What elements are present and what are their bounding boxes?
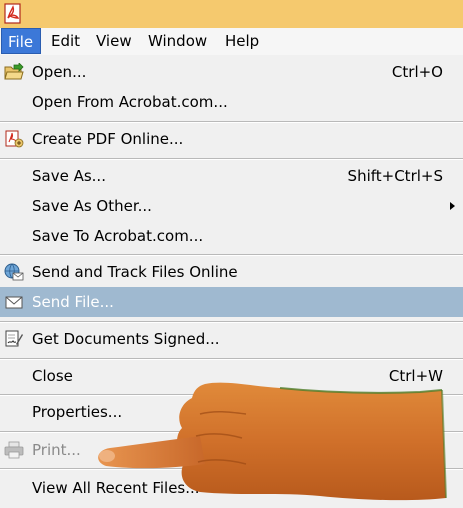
create-pdf-icon	[5, 130, 24, 148]
menu-separator	[0, 468, 463, 470]
menu-item-get-documents-signed[interactable]: Get Documents Signed...	[0, 324, 463, 354]
menu-item-label: View All Recent Files...	[32, 479, 200, 497]
menu-item-close[interactable]: Close Ctrl+W	[0, 361, 463, 391]
menu-item-label: Send and Track Files Online	[32, 263, 238, 281]
menu-separator	[0, 431, 463, 433]
menu-item-label: Send File...	[32, 293, 114, 311]
menu-item-print[interactable]: Print...	[0, 435, 463, 465]
shortcut-label: Shift+Ctrl+S	[347, 167, 443, 185]
menu-edit[interactable]: Edit	[45, 28, 86, 54]
submenu-arrow-icon	[450, 202, 455, 210]
menu-file[interactable]: File	[1, 28, 41, 54]
open-folder-icon	[4, 63, 24, 80]
menu-item-send-and-track[interactable]: Send and Track Files Online	[0, 257, 463, 287]
envelope-icon	[5, 296, 23, 309]
menu-view[interactable]: View	[90, 28, 138, 54]
menu-item-label: Open From Acrobat.com...	[32, 93, 228, 111]
title-bar	[0, 0, 463, 28]
menu-separator	[0, 358, 463, 360]
menu-item-create-pdf-online[interactable]: Create PDF Online...	[0, 124, 463, 154]
menu-item-label: Close	[32, 367, 73, 385]
menu-window[interactable]: Window	[142, 28, 213, 54]
printer-icon	[4, 441, 24, 459]
menu-item-properties[interactable]: Properties...	[0, 397, 463, 427]
menu-separator	[0, 321, 463, 323]
shortcut-label: Ctrl+O	[391, 63, 443, 81]
menu-separator	[0, 394, 463, 396]
menu-separator	[0, 121, 463, 123]
menu-item-label: Save As Other...	[32, 197, 152, 215]
globe-mail-icon	[4, 263, 24, 281]
menu-item-label: Open...	[32, 63, 87, 81]
file-menu-dropdown: Open... Ctrl+O Open From Acrobat.com... …	[0, 55, 463, 508]
menu-item-open[interactable]: Open... Ctrl+O	[0, 57, 463, 87]
menu-item-label: Create PDF Online...	[32, 130, 184, 148]
menu-item-label: Get Documents Signed...	[32, 330, 220, 348]
menu-item-save-as-other[interactable]: Save As Other...	[0, 191, 463, 221]
menu-item-label: Print...	[32, 441, 81, 459]
menu-item-save-as[interactable]: Save As... Shift+Ctrl+S	[0, 161, 463, 191]
menu-item-label: Save To Acrobat.com...	[32, 227, 204, 245]
menu-bar: File Edit View Window Help	[0, 28, 463, 56]
menu-item-save-to-acrobat[interactable]: Save To Acrobat.com...	[0, 221, 463, 251]
menu-separator	[0, 254, 463, 256]
shortcut-label: Ctrl+W	[388, 367, 443, 385]
acrobat-app-icon[interactable]	[2, 3, 24, 25]
menu-separator	[0, 158, 463, 160]
menu-item-send-file[interactable]: Send File...	[0, 287, 463, 317]
acrobat-reader-window: File Edit View Window Help Open... Ctrl+…	[0, 0, 463, 508]
menu-help[interactable]: Help	[219, 28, 265, 54]
menu-item-label: Save As...	[32, 167, 106, 185]
menu-item-view-all-recent-files[interactable]: View All Recent Files...	[0, 473, 463, 503]
sign-document-icon	[5, 330, 23, 347]
menu-item-open-from-acrobat[interactable]: Open From Acrobat.com...	[0, 87, 463, 117]
menu-item-label: Properties...	[32, 403, 123, 421]
